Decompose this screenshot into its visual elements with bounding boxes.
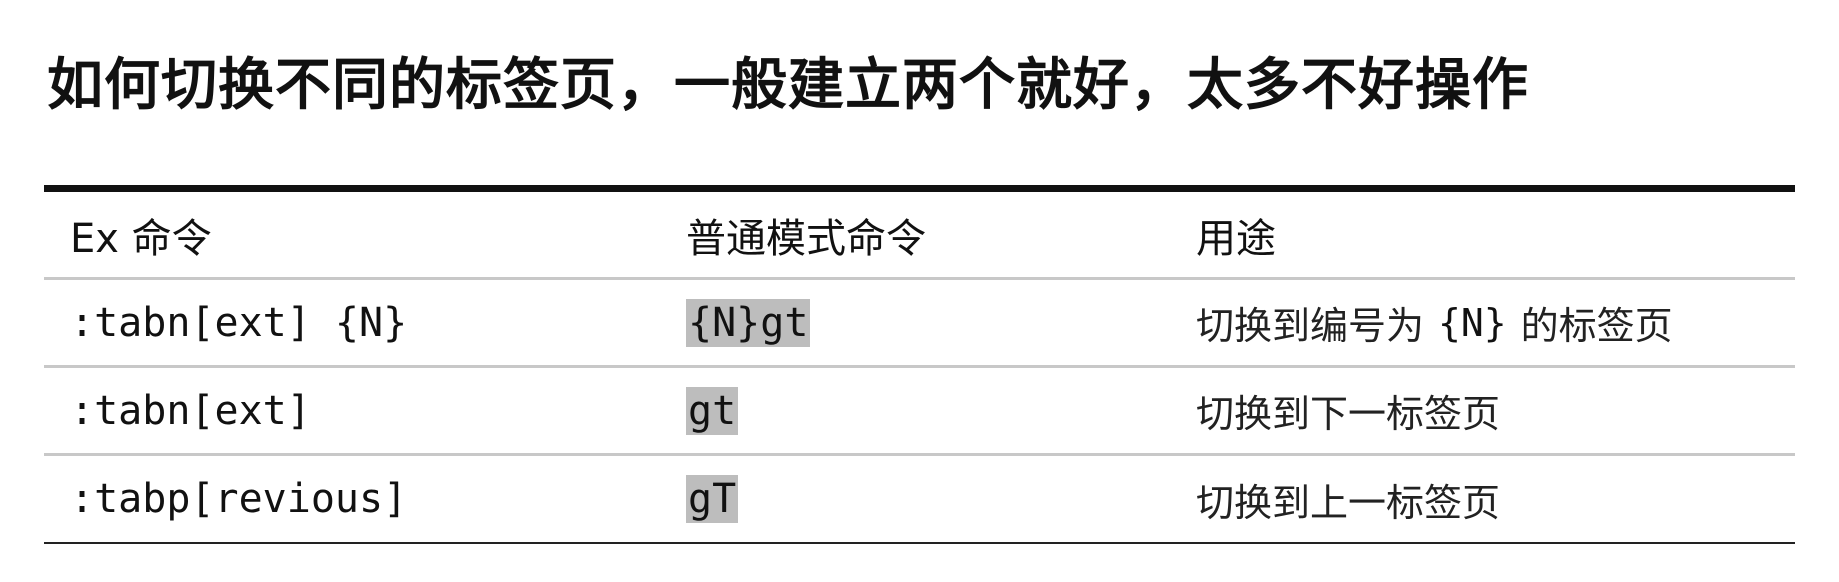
header-purpose: 用途: [1196, 215, 1276, 262]
ex-command-cell: :tabp[revious]: [70, 476, 408, 522]
purpose-text-after: 的标签页: [1520, 304, 1673, 348]
normal-command-cell: {N}gt: [686, 280, 811, 365]
normal-command-highlight: gT: [686, 475, 739, 523]
normal-command-highlight: {N}gt: [686, 298, 811, 347]
page-title: 如何切换不同的标签页，一般建立两个就好，太多不好操作: [47, 53, 1529, 118]
table-header-row: Ex 命令 普通模式命令 用途: [44, 192, 1795, 280]
purpose-text-before: 切换到编号为: [1196, 304, 1425, 348]
purpose-code: {N}: [1438, 300, 1507, 345]
header-ex-command: Ex 命令: [70, 215, 212, 262]
purpose-cell: 切换到下一标签页: [1196, 392, 1501, 436]
table-row: :tabn[ext] {N} {N}gt 切换到编号为 {N} 的标签页: [44, 280, 1795, 368]
tab-commands-table: Ex 命令 普通模式命令 用途 :tabn[ext] {N} {N}gt 切换到…: [44, 185, 1795, 544]
purpose-cell: 切换到编号为 {N} 的标签页: [1196, 280, 1673, 365]
normal-command-cell: gt: [686, 368, 739, 453]
table-row: :tabn[ext] gt 切换到下一标签页: [44, 368, 1795, 456]
header-normal-mode-command: 普通模式命令: [686, 215, 926, 262]
normal-command-highlight: gt: [686, 386, 739, 435]
table-row: :tabp[revious] gT 切换到上一标签页: [44, 456, 1795, 544]
table-top-rule: [44, 185, 1795, 192]
purpose-cell: 切换到上一标签页: [1196, 480, 1501, 525]
normal-command-cell: gT: [686, 456, 739, 542]
ex-command-cell: :tabn[ext] {N}: [70, 299, 408, 346]
ex-command-cell: :tabn[ext]: [70, 387, 311, 434]
